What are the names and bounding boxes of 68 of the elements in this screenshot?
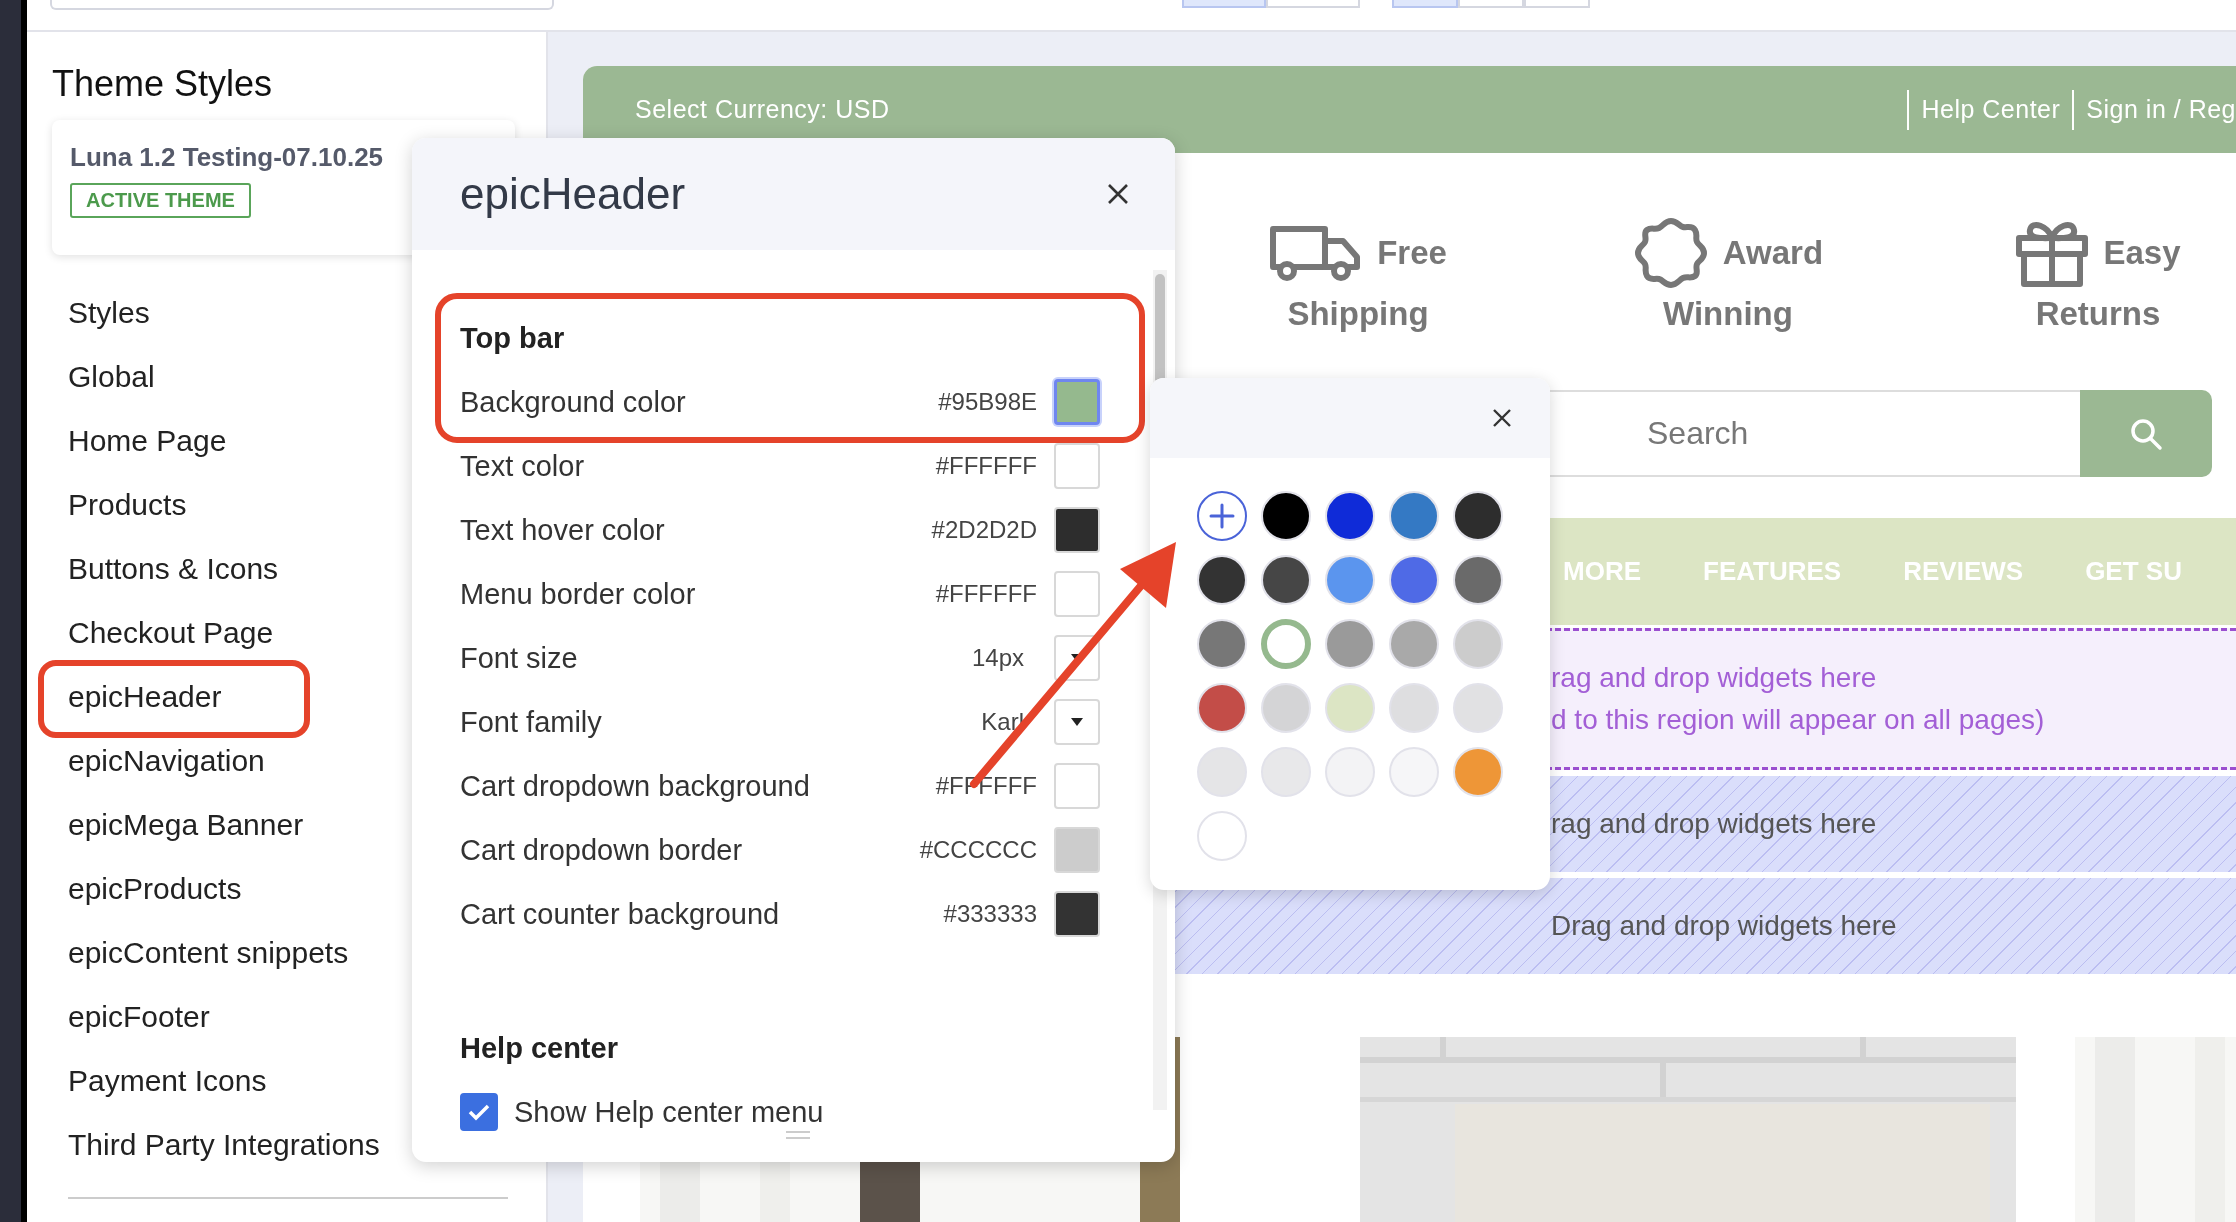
toggle-button[interactable] <box>1266 0 1360 8</box>
drop-zone-text: d to this region will appear on all pages) <box>1551 704 2046 736</box>
sidebar-item[interactable]: epicHeader <box>68 680 222 714</box>
feature-subtitle: Returns <box>2035 295 2161 333</box>
toggle-button[interactable] <box>1182 0 1266 8</box>
sidebar-item[interactable]: Third Party Integrations <box>68 1128 380 1162</box>
sidebar-item[interactable]: epicContent snippets <box>68 936 349 970</box>
check-icon <box>468 1103 490 1121</box>
checkbox-label: Show Help center menu <box>514 1095 824 1129</box>
feature-title: Easy <box>2103 234 2181 272</box>
feature-subtitle: Shipping <box>1287 295 1429 333</box>
sidebar-item[interactable]: Home Page <box>68 424 227 458</box>
setting-label: Menu border color <box>460 577 697 611</box>
feature-title: Award <box>1722 234 1824 272</box>
dropdown-button[interactable] <box>1054 699 1100 745</box>
drop-zone-text: rag and drop widgets here <box>1551 808 1878 840</box>
text-field[interactable] <box>50 0 554 10</box>
caret-icon <box>1071 718 1083 726</box>
setting-label: Text color <box>460 449 586 483</box>
section-heading: Top bar <box>460 321 565 355</box>
color-value: #FFFFFF <box>935 452 1037 480</box>
close-icon[interactable] <box>1492 408 1512 428</box>
feature-subtitle: Winning <box>1663 295 1793 333</box>
sidebar-title: Theme Styles <box>52 62 274 106</box>
select-value: 14px <box>971 644 1024 672</box>
plus-icon <box>1209 503 1235 529</box>
search-icon <box>2129 416 2163 451</box>
sidebar-item[interactable]: Styles <box>68 296 150 330</box>
add-color-button[interactable] <box>1197 491 1247 541</box>
sidebar-item[interactable]: Buttons & Icons <box>68 552 279 586</box>
drop-zone-text: Drag and drop widgets here <box>1551 910 1898 942</box>
section-heading: Help center <box>460 1031 618 1065</box>
setting-label: Cart counter background <box>460 897 781 931</box>
color-swatch[interactable] <box>1261 619 1311 669</box>
sidebar-item[interactable]: epicFooter <box>68 1000 210 1034</box>
drop-zone-text: rag and drop widgets here <box>1551 662 1878 694</box>
setting-label: Font size <box>460 641 579 675</box>
sidebar-item[interactable]: Payment Icons <box>68 1064 267 1098</box>
toggle-button[interactable] <box>1458 0 1524 8</box>
toggle-button[interactable] <box>1524 0 1590 8</box>
panel-title: epicHeader <box>460 169 686 219</box>
toggle-button[interactable] <box>1392 0 1458 8</box>
sidebar-item[interactable]: epicMega Banner <box>68 808 304 842</box>
sidebar-item[interactable]: Checkout Page <box>68 616 274 650</box>
sidebar-item[interactable]: Products <box>68 488 187 522</box>
badge-icon <box>1632 215 1709 291</box>
dropdown-button[interactable] <box>1054 635 1100 681</box>
theme-name: Luna 1.2 Testing-07.10.25 <box>70 142 384 173</box>
resize-handle-icon[interactable] <box>786 1131 810 1139</box>
checkbox[interactable] <box>460 1093 498 1131</box>
setting-label: Font family <box>460 705 603 739</box>
color-value: #95B98E <box>938 388 1037 416</box>
setting-label: Text hover color <box>460 513 666 547</box>
color-value: #2D2D2D <box>931 516 1037 544</box>
setting-label: Cart dropdown border <box>460 833 744 867</box>
sidebar-item[interactable]: epicProducts <box>68 872 242 906</box>
color-swatch[interactable] <box>1054 379 1100 425</box>
setting-label: Cart dropdown background <box>460 769 811 803</box>
setting-label: Background color <box>460 385 687 419</box>
search-button[interactable] <box>2080 390 2212 477</box>
color-value: #FFFFFF <box>935 580 1037 608</box>
color-value: #333333 <box>943 900 1037 928</box>
color-value: #CCCCCC <box>919 836 1037 864</box>
feature-title: Free <box>1377 234 1447 272</box>
sidebar-item[interactable]: Global <box>68 360 155 394</box>
active-theme-badge: ACTIVE THEME <box>70 183 251 218</box>
close-icon[interactable] <box>1106 182 1130 206</box>
sidebar-item[interactable]: epicNavigation <box>68 744 265 778</box>
